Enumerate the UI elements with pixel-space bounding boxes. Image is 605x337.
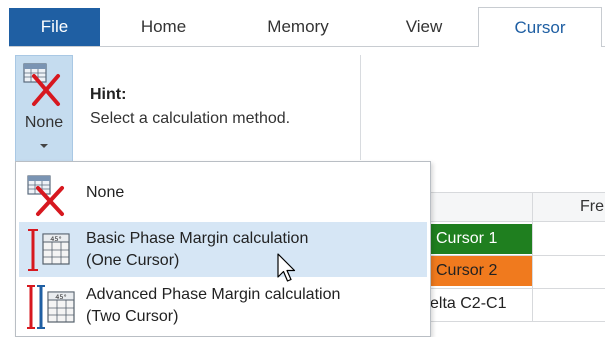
hint-text: Select a calculation method. <box>90 110 291 127</box>
menu-item-advanced-phase-margin[interactable]: 45° Advanced Phase Margin calculation (T… <box>19 280 427 335</box>
menu-item-none[interactable]: None <box>19 170 427 218</box>
menu-item-label-line2: (Two Cursor) <box>86 308 179 325</box>
row-divider <box>430 288 605 289</box>
calculation-method-button[interactable]: None <box>15 55 73 162</box>
table-row-cursor-1[interactable]: Cursor 1 <box>430 224 532 254</box>
none-calc-icon <box>24 172 70 223</box>
tab-home[interactable]: Home <box>101 8 226 46</box>
ribbon-tab-strip: File Home Memory View Cursor <box>0 0 605 47</box>
one-cursor-phase-icon: 45° <box>24 226 76 279</box>
menu-item-basic-phase-margin[interactable]: 45° Basic Phase Margin calculation (One … <box>19 222 427 277</box>
menu-item-label: Advanced Phase Margin calculation (Two C… <box>86 284 340 328</box>
calculation-method-menu: None 45° Basic Phase Margin calculation … <box>15 161 431 337</box>
hint-title: Hint: <box>90 86 127 103</box>
column-divider <box>532 222 533 322</box>
svg-text:45°: 45° <box>55 293 67 301</box>
row-divider <box>430 255 605 256</box>
column-header-frequency: Fre <box>580 198 604 215</box>
dropdown-arrow-icon <box>40 144 48 148</box>
ribbon-panel <box>9 47 605 161</box>
mouse-pointer-icon <box>277 253 297 290</box>
tab-view[interactable]: View <box>370 8 478 46</box>
header-column-divider <box>532 193 533 223</box>
ribbon-group-divider <box>360 55 361 160</box>
two-cursor-phase-icon: 45° <box>24 282 80 337</box>
row-divider <box>430 321 605 322</box>
menu-item-label-line1: Basic Phase Margin calculation <box>86 230 309 247</box>
menu-item-label: Basic Phase Margin calculation (One Curs… <box>86 228 308 272</box>
menu-item-label-line1: Advanced Phase Margin calculation <box>86 286 341 303</box>
tab-cursor[interactable]: Cursor <box>478 7 602 47</box>
table-row-cursor-2[interactable]: Cursor 2 <box>430 256 532 286</box>
tab-file[interactable]: File <box>9 8 100 46</box>
table-header: Fre <box>430 192 605 223</box>
tab-memory[interactable]: Memory <box>226 8 370 46</box>
menu-item-label-line2: (One Cursor) <box>86 252 180 269</box>
none-calc-icon <box>22 62 62 113</box>
calculation-method-label: None <box>24 114 64 131</box>
menu-item-label: None <box>86 184 125 201</box>
svg-text:45°: 45° <box>50 235 62 243</box>
table-row-delta[interactable]: elta C2-C1 <box>430 289 532 319</box>
